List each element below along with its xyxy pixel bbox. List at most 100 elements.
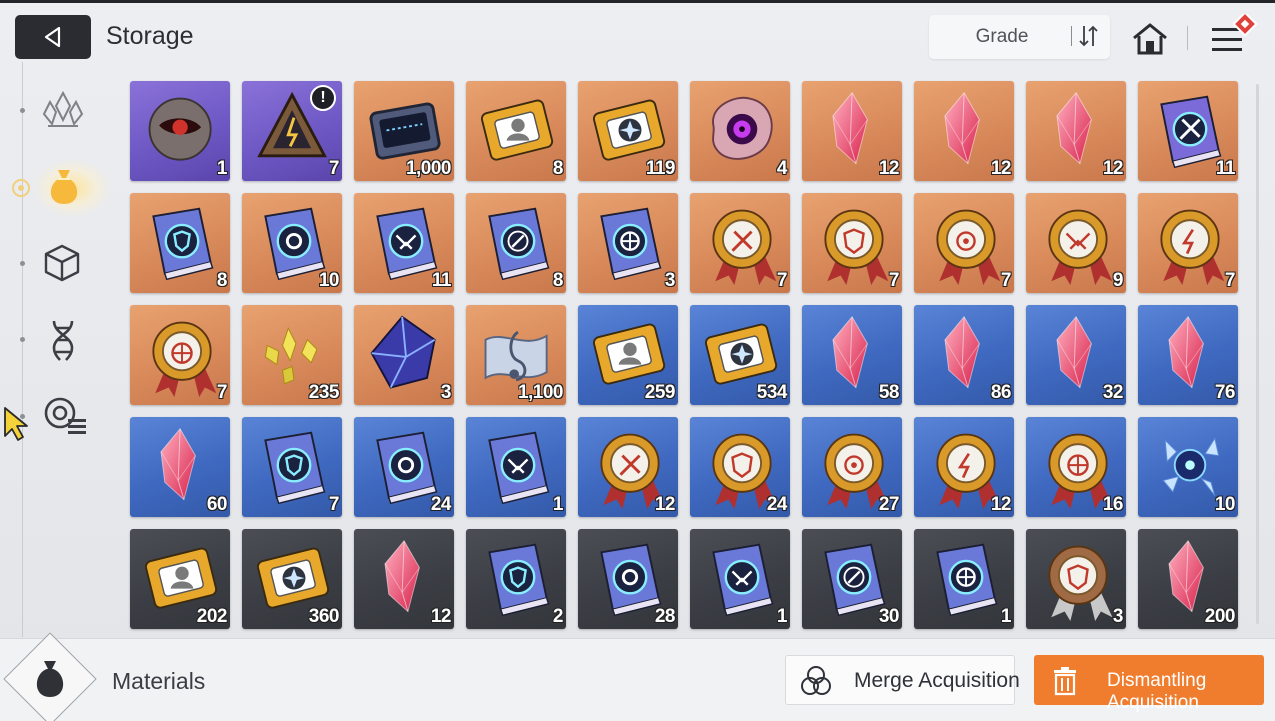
inventory-slot[interactable]: 24 <box>690 417 790 517</box>
inventory-slot[interactable]: 28 <box>578 529 678 629</box>
inventory-slot[interactable]: 1 <box>690 529 790 629</box>
inventory-slot[interactable]: 7 <box>802 193 902 293</box>
inventory-slot[interactable]: 24 <box>354 417 454 517</box>
alert-badge: ! <box>310 85 336 111</box>
inventory-slot[interactable]: 7! <box>242 81 342 181</box>
inventory-slot[interactable]: 12 <box>802 81 902 181</box>
bronze-medal-icon <box>1048 545 1113 622</box>
bolt-book-icon <box>488 207 550 281</box>
item-quantity: 7 <box>776 270 788 291</box>
badge-list-icon <box>44 397 86 434</box>
inventory-slot[interactable]: 1,000 <box>354 81 454 181</box>
inventory-slot[interactable]: 86 <box>914 305 1014 405</box>
inventory-slot[interactable]: 360 <box>242 529 342 629</box>
scrollbar[interactable] <box>1256 84 1259 624</box>
inventory-slot[interactable]: 12 <box>1026 81 1126 181</box>
inventory-slot[interactable]: 9 <box>1026 193 1126 293</box>
home-icon[interactable] <box>1131 22 1169 56</box>
item-quantity: 11 <box>431 270 452 291</box>
blue-polyhedron-icon <box>370 315 436 389</box>
item-quantity: 7 <box>888 270 900 291</box>
inventory-slot[interactable]: 235 <box>242 305 342 405</box>
item-quantity: 7 <box>328 494 340 515</box>
item-quantity: 9 <box>1112 270 1124 291</box>
item-quantity: 4 <box>776 158 788 179</box>
item-quantity: 2 <box>552 606 564 627</box>
sidebar-item-materials[interactable] <box>44 166 84 208</box>
grade-divider <box>1071 26 1072 46</box>
sidebar-item-badges[interactable] <box>42 395 88 437</box>
item-quantity: 360 <box>308 606 340 627</box>
inventory-slot[interactable]: 202 <box>130 529 230 629</box>
item-quantity: 119 <box>645 158 676 179</box>
inventory-slot[interactable]: 259 <box>578 305 678 405</box>
inventory-slot[interactable]: 534 <box>690 305 790 405</box>
inventory-slot[interactable]: 8 <box>130 193 230 293</box>
wing-book-icon <box>712 543 774 617</box>
inventory-slot[interactable]: 1 <box>130 81 230 181</box>
inventory-slot[interactable]: 3 <box>1026 529 1126 629</box>
item-quantity: 534 <box>756 382 788 403</box>
inventory-slot[interactable]: 4 <box>690 81 790 181</box>
inventory-slot[interactable]: 8 <box>466 193 566 293</box>
item-quantity: 1 <box>216 158 228 179</box>
inventory-slot[interactable]: 3 <box>578 193 678 293</box>
sidebar-item-cube[interactable] <box>43 243 81 283</box>
item-quantity: 1 <box>1000 606 1012 627</box>
inventory-slot[interactable]: 32 <box>1026 305 1126 405</box>
item-quantity: 1,100 <box>517 382 564 403</box>
inventory-slot[interactable]: 7 <box>914 193 1014 293</box>
inventory-slot[interactable]: 12 <box>578 417 678 517</box>
inventory-slot[interactable]: 12 <box>914 417 1014 517</box>
item-quantity: 202 <box>196 606 228 627</box>
rock-orb-icon <box>148 97 212 161</box>
crystal-cluster-icon <box>42 90 84 127</box>
item-quantity: 7 <box>328 158 340 179</box>
item-quantity: 10 <box>1214 494 1236 515</box>
item-quantity: 8 <box>216 270 228 291</box>
materials-bag-icon <box>36 661 64 697</box>
inventory-slot[interactable]: 10 <box>242 193 342 293</box>
item-quantity: 12 <box>990 494 1012 515</box>
inventory-slot[interactable]: 60 <box>130 417 230 517</box>
inventory-slot[interactable]: 7 <box>1138 193 1238 293</box>
trash-icon <box>1054 667 1076 696</box>
item-quantity: 12 <box>654 494 676 515</box>
inventory-slot[interactable]: 27 <box>802 417 902 517</box>
menu-icon[interactable] <box>1210 14 1260 58</box>
inventory-slot[interactable]: 30 <box>802 529 902 629</box>
inventory-slot[interactable]: 7 <box>130 305 230 405</box>
shield-medal-icon <box>824 209 889 286</box>
inventory-slot[interactable]: 7 <box>690 193 790 293</box>
inventory-slot[interactable]: 7 <box>242 417 342 517</box>
item-quantity: 8 <box>552 270 564 291</box>
inventory-slot[interactable]: 119 <box>578 81 678 181</box>
inventory-slot[interactable]: 12 <box>354 529 454 629</box>
inventory-slot[interactable]: 8 <box>466 81 566 181</box>
inventory-slot[interactable]: 200 <box>1138 529 1238 629</box>
inventory-slot[interactable]: 2 <box>466 529 566 629</box>
inventory-slot[interactable]: 16 <box>1026 417 1126 517</box>
item-quantity: 27 <box>878 494 900 515</box>
inventory-slot[interactable]: 58 <box>802 305 902 405</box>
item-quantity: 3 <box>440 382 452 403</box>
inventory-slot[interactable]: 10 <box>1138 417 1238 517</box>
inventory-slot[interactable]: 12 <box>914 81 1014 181</box>
item-quantity: 235 <box>308 382 340 403</box>
sidebar-item-crystals[interactable] <box>40 90 86 132</box>
inventory-slot[interactable]: 1 <box>466 417 566 517</box>
inventory-slot[interactable]: 1,100 <box>466 305 566 405</box>
inventory-slot[interactable]: 3 <box>354 305 454 405</box>
item-quantity: 3 <box>1112 606 1124 627</box>
rail-dot <box>20 261 25 266</box>
sidebar-item-dna[interactable] <box>46 318 80 362</box>
sort-order-icon[interactable] <box>1078 24 1100 48</box>
inventory-slot[interactable]: 1 <box>914 529 1014 629</box>
wing-book-icon <box>488 431 550 505</box>
inventory-grid: 1 7! 1,000 8 119 4 12 12 12 11 8 10 11 8 3 … <box>130 81 1250 629</box>
inventory-slot[interactable]: 76 <box>1138 305 1238 405</box>
item-quantity: 12 <box>990 158 1012 179</box>
inventory-slot[interactable]: 11 <box>1138 81 1238 181</box>
inventory-slot[interactable]: 11 <box>354 193 454 293</box>
back-button[interactable] <box>15 15 91 59</box>
